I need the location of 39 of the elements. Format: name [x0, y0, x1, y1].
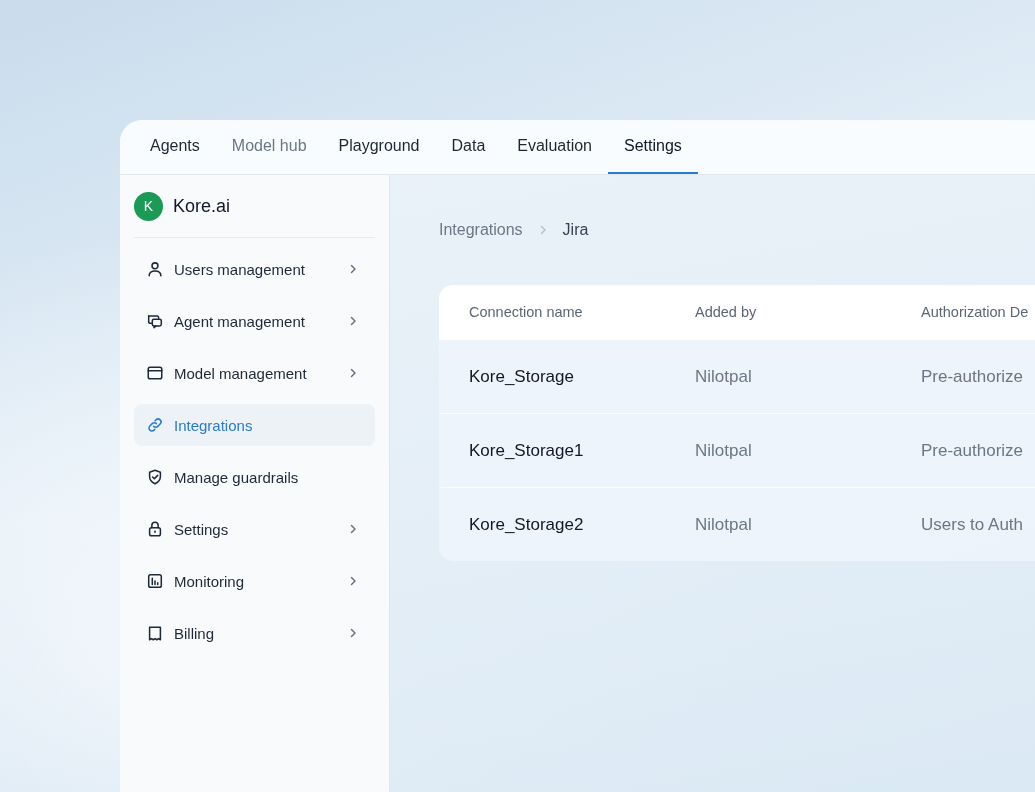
- nav-tab[interactable]: Evaluation: [501, 120, 608, 174]
- workspace-name: Kore.ai: [173, 195, 231, 217]
- table-cell-text: Pre-authorize: [921, 366, 1025, 387]
- chat-bubbles-icon: [146, 312, 164, 330]
- column-header: Added by: [695, 304, 758, 320]
- sidebar-item[interactable]: Agent management: [134, 300, 375, 342]
- shield-check-icon: [146, 468, 164, 486]
- breadcrumb-item: Jira: [562, 221, 589, 239]
- table-row[interactable]: Kore_Storage2 Nilotpal Users to Auth: [439, 487, 1035, 561]
- sidebar-item[interactable]: Settings: [134, 508, 375, 550]
- user-icon: [146, 260, 164, 278]
- column-header: Authorization De: [921, 304, 1030, 320]
- table-row[interactable]: Kore_Storage1 Nilotpal Pre-authorize: [439, 413, 1035, 487]
- workspace-avatar: K: [134, 191, 163, 221]
- sidebar-item[interactable]: Model management: [134, 352, 375, 394]
- table-cell-text: Nilotpal: [695, 366, 753, 387]
- table-cell-text: Pre-authorize: [921, 440, 1025, 461]
- sidebar-item[interactable]: Users management: [134, 248, 375, 290]
- sidebar-item[interactable]: Monitoring: [134, 560, 375, 602]
- table-cell-text: Nilotpal: [695, 440, 753, 461]
- table-cell-text: Users to Auth: [921, 514, 1025, 535]
- receipt-icon: [146, 624, 164, 642]
- lock-icon: [146, 520, 164, 538]
- breadcrumb-item[interactable]: Integrations: [439, 221, 523, 239]
- table-cell-text: Kore_Storage2: [469, 514, 585, 535]
- nav-tab[interactable]: Agents: [134, 120, 216, 174]
- sidebar-item[interactable]: Billing: [134, 612, 375, 654]
- nav-tab[interactable]: Data: [435, 120, 502, 174]
- bar-chart-icon: [146, 572, 164, 590]
- column-header: Connection name: [469, 304, 584, 320]
- table-cell-text: Kore_Storage: [469, 366, 575, 387]
- table-cell-text: Nilotpal: [695, 514, 753, 535]
- table-cell-text: Kore_Storage1: [469, 440, 585, 461]
- sidebar-item[interactable]: Manage guardrails: [134, 456, 375, 498]
- table-row[interactable]: Kore_Storage Nilotpal Pre-authorize: [439, 339, 1035, 413]
- nav-tab[interactable]: Playground: [322, 120, 436, 174]
- sidebar-item[interactable]: Integrations: [134, 404, 375, 446]
- link-icon: [146, 416, 164, 434]
- window-icon: [146, 364, 164, 382]
